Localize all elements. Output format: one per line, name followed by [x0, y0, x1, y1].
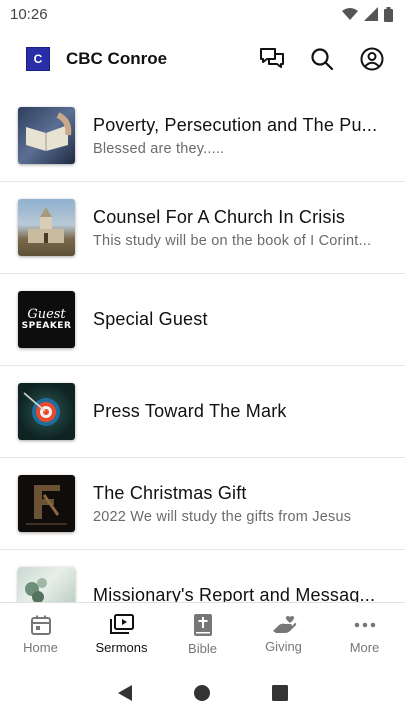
list-item-text: Counsel For A Church In Crisis This stud…	[93, 207, 389, 249]
nav-label: More	[349, 640, 380, 655]
sermon-subtitle: 2022 We will study the gifts from Jesus	[93, 508, 352, 525]
search-icon	[311, 48, 334, 71]
list-item-text: Poverty, Persecution and The Pu... Bless…	[93, 115, 389, 157]
sermon-title: Poverty, Persecution and The Pu...	[93, 114, 378, 135]
sermon-thumbnail	[18, 383, 75, 440]
list-item-text: Press Toward The Mark	[93, 401, 389, 422]
sermon-title: Missionary's Report and Messag...	[93, 585, 376, 602]
list-item[interactable]: Counsel For A Church In Crisis This stud…	[0, 182, 405, 274]
nav-item-bible[interactable]: Bible	[162, 603, 243, 666]
giving-hand-icon	[272, 616, 296, 633]
bible-icon	[193, 614, 212, 636]
search-button[interactable]	[307, 44, 337, 74]
thumbnail-text: Guest	[27, 307, 66, 322]
messages-button[interactable]	[257, 44, 287, 74]
status-bar: 10:26	[0, 0, 405, 28]
sermon-title: Counsel For A Church In Crisis	[93, 206, 346, 227]
app-actions	[257, 44, 387, 74]
back-icon[interactable]	[116, 684, 134, 702]
sermon-title: The Christmas Gift	[93, 482, 247, 503]
chat-bubbles-icon	[260, 48, 284, 68]
account-circle-icon	[360, 47, 384, 71]
sermon-thumbnail	[18, 475, 75, 532]
home-circle-icon[interactable]	[193, 684, 211, 702]
nav-label: Sermons	[95, 640, 148, 655]
list-item[interactable]: Poverty, Persecution and The Pu... Bless…	[0, 90, 405, 182]
sermon-thumbnail	[18, 199, 75, 256]
list-item[interactable]: The Christmas Gift 2022 We will study th…	[0, 458, 405, 550]
status-time: 10:26	[10, 5, 48, 23]
signal-icon	[364, 7, 378, 21]
battery-icon	[384, 6, 393, 22]
list-item[interactable]: Missionary's Report and Messag...	[0, 550, 405, 602]
list-item[interactable]: Guest SPEAKER Special Guest	[0, 274, 405, 366]
app-title: CBC Conroe	[66, 49, 168, 68]
app-bar: C CBC Conroe	[0, 28, 405, 90]
recents-icon[interactable]	[271, 684, 289, 702]
sermon-subtitle: This study will be on the book of I Cori…	[93, 232, 372, 249]
nav-label: Giving	[265, 639, 302, 654]
thumbnail-text: SPEAKER	[21, 321, 72, 331]
nav-item-sermons[interactable]: Sermons	[81, 603, 162, 666]
app-logo[interactable]: C	[26, 47, 50, 71]
bottom-navigation: Home Sermons Bible Giving More	[0, 602, 405, 666]
sermon-subtitle: Blessed are they.....	[93, 140, 225, 157]
nav-label: Home	[23, 640, 58, 655]
nav-item-giving[interactable]: Giving	[243, 603, 324, 666]
calendar-icon	[30, 615, 51, 635]
wifi-icon	[342, 8, 358, 20]
profile-button[interactable]	[357, 44, 387, 74]
list-item[interactable]: Press Toward The Mark	[0, 366, 405, 458]
sermon-title: Press Toward The Mark	[93, 401, 287, 421]
nav-item-home[interactable]: Home	[0, 603, 81, 666]
nav-item-more[interactable]: More	[324, 603, 405, 666]
sermon-thumbnail: Guest SPEAKER	[18, 291, 75, 348]
sermon-list: Poverty, Persecution and The Pu... Bless…	[0, 90, 405, 602]
sermon-thumbnail	[18, 107, 75, 164]
play-stack-icon	[109, 614, 134, 634]
list-item-text: The Christmas Gift 2022 We will study th…	[93, 483, 389, 525]
list-item-text: Special Guest	[93, 309, 389, 330]
nav-label: Bible	[188, 641, 217, 656]
list-item-text: Missionary's Report and Messag...	[93, 585, 389, 602]
system-navigation-bar	[0, 666, 405, 720]
more-dots-icon	[354, 622, 375, 628]
status-icons	[342, 6, 393, 22]
sermon-thumbnail	[18, 567, 75, 602]
sermon-title: Special Guest	[93, 309, 208, 329]
